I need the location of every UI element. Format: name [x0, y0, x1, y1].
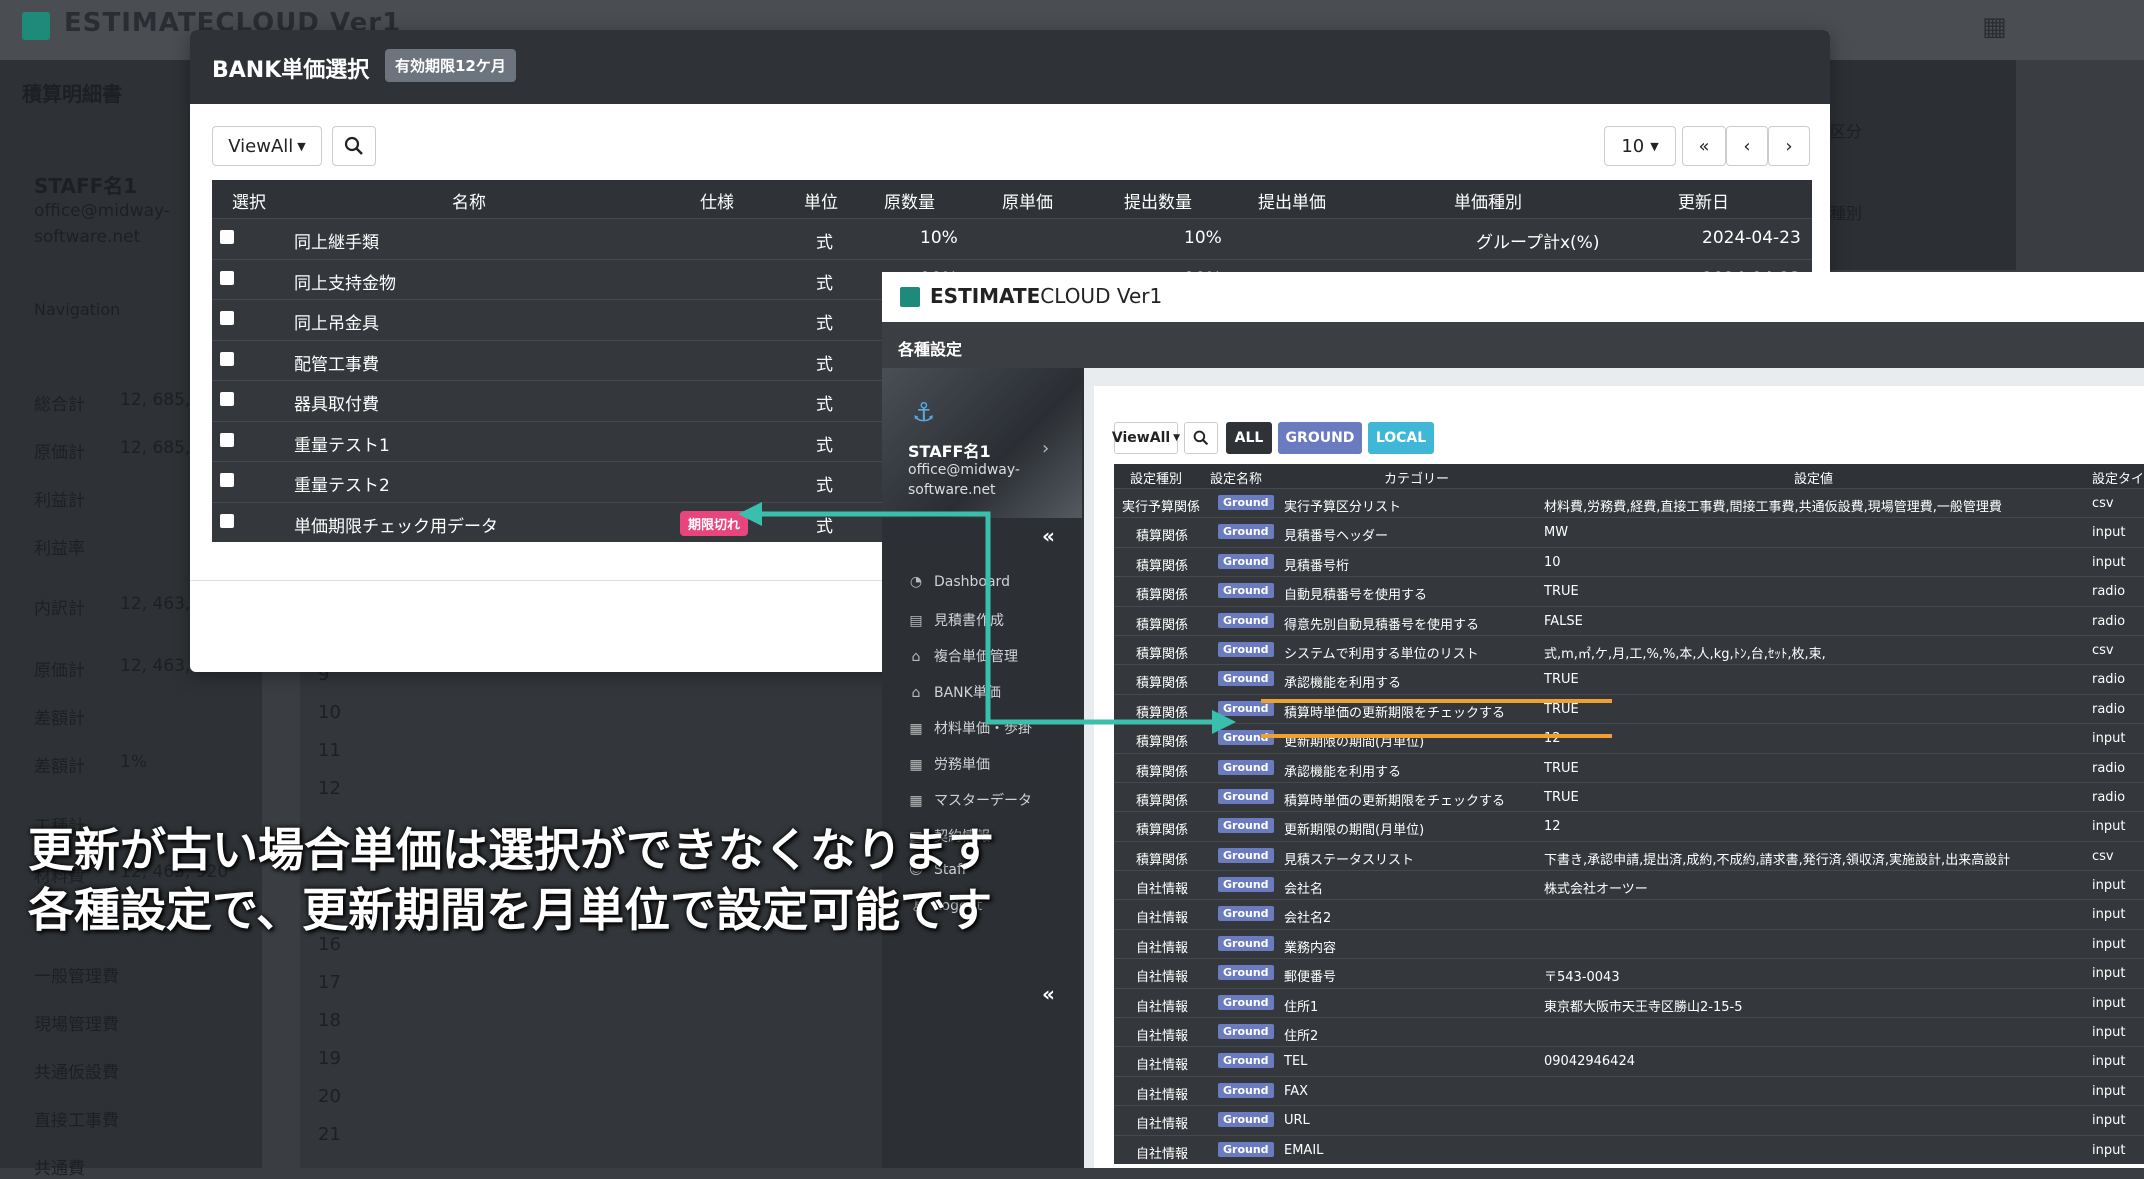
- annotation-overlay: [738, 502, 1612, 738]
- arrow-head-left-icon: [738, 502, 762, 526]
- arrow-connector: [760, 511, 1226, 725]
- caption-overlay: 更新が古い場合単価は選択ができなくなります 各種設定で、更新期間を月単位で設定可…: [28, 820, 994, 940]
- caption-line: 各種設定で、更新期間を月単位で設定可能です: [28, 883, 993, 937]
- caption-line: 更新が古い場合単価は選択ができなくなります: [28, 823, 994, 877]
- arrow-head-right-icon: [1212, 710, 1236, 734]
